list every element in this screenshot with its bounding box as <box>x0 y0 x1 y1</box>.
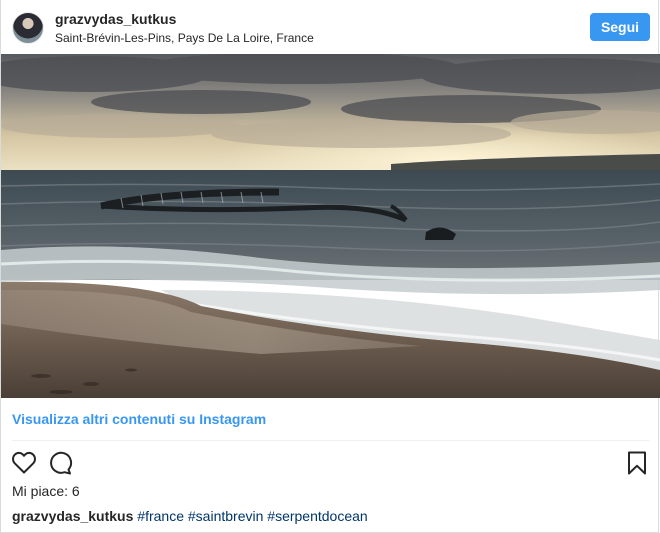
post-header: grazvydas_kutkus Saint-Brévin-Les-Pins, … <box>1 0 660 54</box>
caption: grazvydas_kutkus #france #saintbrevin #s… <box>12 508 368 524</box>
follow-button[interactable]: Segui <box>590 13 650 41</box>
likes-count[interactable]: Mi piace: 6 <box>12 483 80 499</box>
instagram-embed-card: grazvydas_kutkus Saint-Brévin-Les-Pins, … <box>0 0 660 533</box>
view-more-link[interactable]: Visualizza altri contenuti su Instagram <box>12 411 266 427</box>
hashtag-link[interactable]: #saintbrevin <box>188 508 264 524</box>
location[interactable]: Saint-Brévin-Les-Pins, Pays De La Loire,… <box>55 30 314 46</box>
avatar[interactable] <box>12 12 44 44</box>
username[interactable]: grazvydas_kutkus <box>55 11 314 28</box>
post-photo[interactable] <box>1 54 660 398</box>
heart-icon[interactable] <box>11 450 37 476</box>
action-bar <box>1 450 660 476</box>
caption-username[interactable]: grazvydas_kutkus <box>12 508 133 524</box>
hashtag-link[interactable]: #france <box>137 508 184 524</box>
bookmark-icon[interactable] <box>624 450 650 476</box>
divider <box>12 440 649 441</box>
hashtag-link[interactable]: #serpentdocean <box>267 508 367 524</box>
comment-icon[interactable] <box>47 450 73 476</box>
user-info: grazvydas_kutkus Saint-Brévin-Les-Pins, … <box>55 11 314 46</box>
